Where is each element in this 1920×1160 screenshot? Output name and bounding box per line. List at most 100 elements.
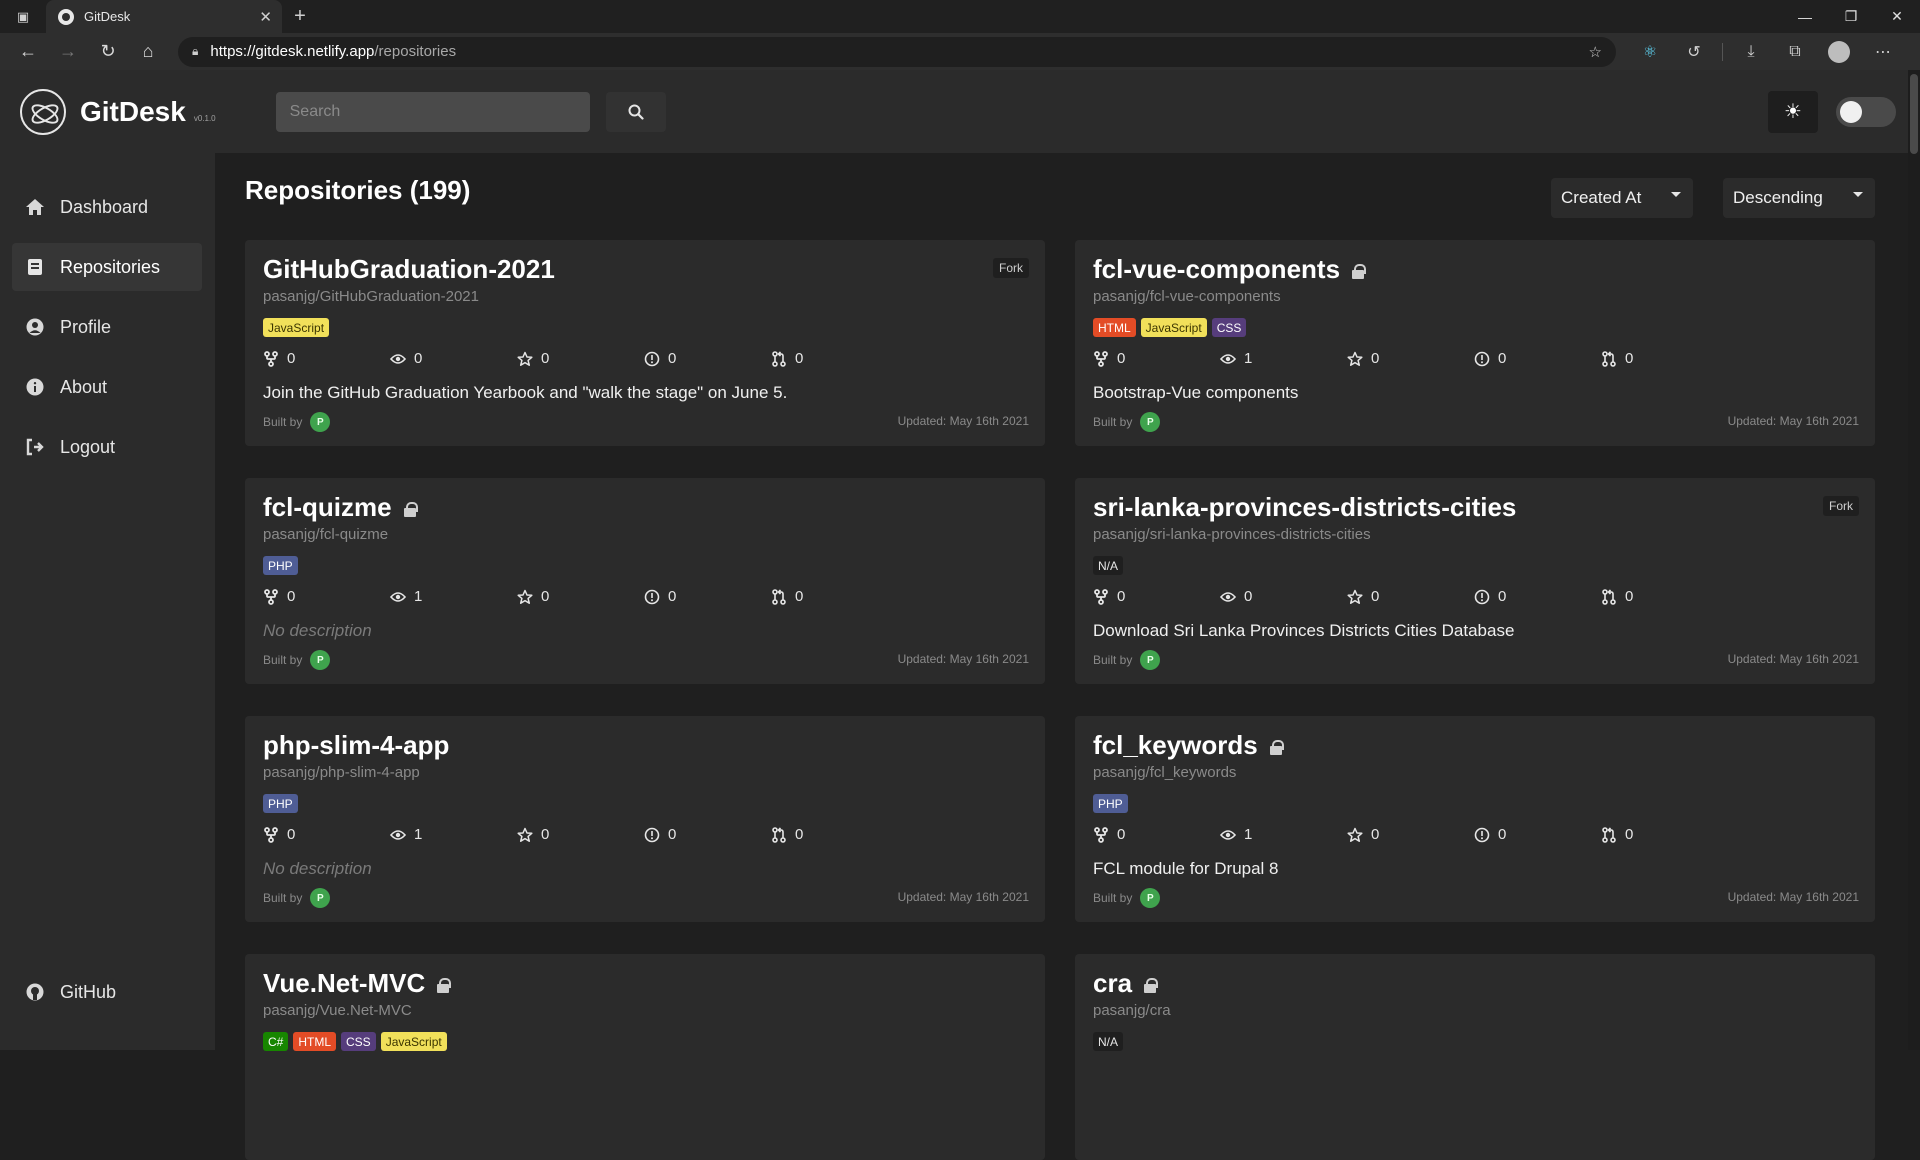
profile-avatar-icon[interactable]	[1828, 40, 1850, 63]
forks-count: 0	[1117, 350, 1126, 367]
sidebar-item-dashboard[interactable]: Dashboard	[12, 183, 202, 231]
forward-arrow-icon[interactable]: →	[50, 37, 86, 67]
language-badges: C# HTML CSS JavaScript	[263, 1032, 447, 1051]
page-scrollbar[interactable]	[1908, 70, 1920, 1050]
repo-name-text[interactable]: fcl-vue-components	[1093, 254, 1340, 285]
repo-name[interactable]: GitHubGraduation-2021	[263, 254, 555, 285]
repo-name[interactable]: php-slim-4-app	[263, 730, 449, 761]
avatar[interactable]: P	[310, 888, 331, 908]
avatar[interactable]: P	[1140, 888, 1161, 908]
dark-mode-toggle[interactable]	[1836, 96, 1896, 127]
toolbar-divider	[1722, 42, 1723, 61]
repo-name[interactable]: Vue.Net-MVC	[263, 968, 452, 999]
address-bar[interactable]: 🔒︎ https://gitdesk.netlify.app/repositor…	[178, 36, 1616, 67]
repo-name-text[interactable]: fcl-quizme	[263, 492, 392, 523]
repo-card[interactable]: php-slim-4-app pasanjg/php-slim-4-app PHP 0…	[245, 716, 1045, 922]
repo-card[interactable]: fcl-vue-components pasanjg/fcl-vue-compon…	[1075, 240, 1875, 446]
repo-card[interactable]: GitHubGraduation-2021 pasanjg/GitHubGradu…	[245, 240, 1045, 446]
fork-icon	[1093, 826, 1109, 843]
repo-stats: 0 0 0 0 0	[263, 350, 898, 367]
history-icon[interactable]: ↺	[1674, 37, 1714, 67]
repo-card[interactable]: fcl_keywords pasanjg/fcl_keywords PHP 0 1 0 0 0…	[1075, 716, 1875, 922]
repo-card[interactable]: Vue.Net-MVC pasanjg/Vue.Net-MVC C# HTML CSS J…	[245, 954, 1045, 1160]
sidebar: Dashboard Repositories Profile About Log…	[0, 153, 215, 1050]
repo-name[interactable]: sri-lanka-provinces-districts-cities	[1093, 492, 1516, 523]
new-tab-button[interactable]: +	[282, 0, 318, 33]
stars-count: 0	[1371, 826, 1380, 843]
sort-order-select[interactable]: Descending	[1723, 178, 1875, 218]
forks-count: 0	[287, 350, 296, 367]
avatar[interactable]: P	[310, 650, 331, 670]
downloads-icon[interactable]: ⤓	[1731, 37, 1771, 67]
sidebar-item-logout[interactable]: Logout	[12, 423, 202, 471]
stat-issues: 0	[1474, 350, 1601, 367]
star-icon	[1347, 827, 1363, 843]
info-icon	[24, 376, 46, 398]
restore-icon[interactable]: ❐	[1828, 0, 1874, 33]
window-controls: — ❐ ✕	[1782, 0, 1920, 33]
star-icon	[517, 351, 533, 367]
language-badge: PHP	[263, 556, 298, 575]
home-browser-icon[interactable]: ⌂	[130, 37, 166, 67]
close-tab-icon[interactable]: ✕	[259, 8, 272, 26]
avatar[interactable]: P	[1140, 412, 1161, 432]
padlock-icon[interactable]: 🔒︎	[192, 44, 198, 59]
search-input[interactable]	[275, 91, 590, 132]
sort-field-select[interactable]: Created At	[1551, 178, 1693, 218]
sidebar-item-about[interactable]: About	[12, 363, 202, 411]
language-badges: N/A	[1093, 1032, 1124, 1051]
back-arrow-icon[interactable]: ←	[10, 37, 46, 67]
built-by-label: Built by	[1093, 891, 1133, 905]
repo-name[interactable]: fcl-quizme	[263, 492, 418, 523]
avatar[interactable]: P	[310, 412, 331, 432]
scrollbar-thumb[interactable]	[1910, 74, 1918, 154]
repo-name-text[interactable]: cra	[1093, 968, 1132, 999]
url-path: /repositories	[374, 43, 457, 60]
pull-request-icon	[771, 350, 787, 367]
favorite-star-icon[interactable]: ☆	[1589, 43, 1602, 61]
sidebar-item-profile[interactable]: Profile	[12, 303, 202, 351]
repo-card[interactable]: cra pasanjg/cra N/A	[1075, 954, 1875, 1160]
stars-count: 0	[541, 350, 550, 367]
issue-icon	[1474, 827, 1490, 843]
gitdesk-logo-icon[interactable]	[20, 88, 66, 135]
repo-name-text[interactable]: fcl_keywords	[1093, 730, 1258, 761]
stat-pulls: 0	[1601, 588, 1728, 605]
repo-description: Bootstrap-Vue components	[1093, 383, 1299, 402]
react-devtools-icon[interactable]: ⚛	[1630, 37, 1670, 67]
chevron-down-icon	[1853, 192, 1863, 197]
repo-name-text[interactable]: php-slim-4-app	[263, 730, 449, 761]
theme-sun-button[interactable]: ☀	[1768, 90, 1818, 133]
brand-name[interactable]: GitDesk	[80, 96, 186, 128]
repo-name-text[interactable]: Vue.Net-MVC	[263, 968, 425, 999]
close-window-icon[interactable]: ✕	[1874, 0, 1920, 33]
repo-card[interactable]: fcl-quizme pasanjg/fcl-quizme PHP 0 1 0 0 0 No d…	[245, 478, 1045, 684]
fork-icon	[263, 588, 279, 605]
sidebar-item-repositories[interactable]: Repositories	[12, 243, 202, 291]
tab-actions-icon[interactable]: ▣	[0, 0, 46, 33]
repo-name-text[interactable]: sri-lanka-provinces-districts-cities	[1093, 492, 1516, 523]
collections-icon[interactable]: ⧉	[1775, 37, 1815, 67]
reload-icon[interactable]: ↻	[90, 37, 126, 67]
lock-icon	[1352, 263, 1367, 279]
repo-full-name: pasanjg/fcl-vue-components	[1093, 288, 1281, 305]
repo-name[interactable]: cra	[1093, 968, 1159, 999]
star-icon	[1347, 351, 1363, 367]
pull-request-icon	[1601, 350, 1617, 367]
search-button[interactable]	[605, 91, 666, 132]
more-menu-icon[interactable]: ⋯	[1863, 37, 1903, 67]
sidebar-item-github[interactable]: GitHub	[12, 968, 202, 1016]
repo-name[interactable]: fcl-vue-components	[1093, 254, 1367, 285]
browser-tab[interactable]: GitDesk ✕	[46, 0, 282, 33]
built-by: Built by P	[263, 412, 331, 432]
pulls-count: 0	[795, 826, 804, 843]
minimize-icon[interactable]: —	[1782, 0, 1828, 33]
tab-title: GitDesk	[84, 9, 131, 24]
avatar[interactable]: P	[1140, 650, 1161, 670]
repo-name[interactable]: fcl_keywords	[1093, 730, 1284, 761]
built-by: Built by P	[1093, 650, 1161, 670]
stat-pulls: 0	[1601, 350, 1728, 367]
repo-card[interactable]: sri-lanka-provinces-districts-cities pasa…	[1075, 478, 1875, 684]
stat-forks: 0	[263, 588, 390, 605]
repo-name-text[interactable]: GitHubGraduation-2021	[263, 254, 555, 285]
